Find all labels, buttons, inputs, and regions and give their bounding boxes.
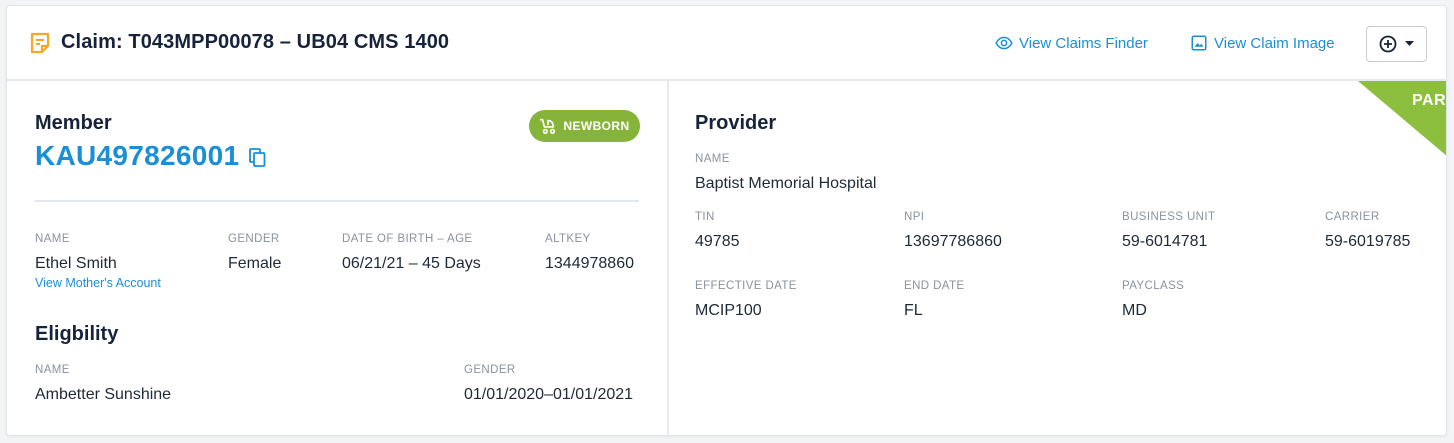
par-ribbon-label: PAR [1412,92,1447,109]
member-section-title: Member [35,112,112,134]
member-dob-label: DATE OF BIRTH – AGE [342,233,473,245]
eligibility-section-title: Eligbility [35,323,119,345]
member-gender-label: GENDER [228,233,280,245]
note-icon [30,32,50,54]
eligibility-name-label: NAME [35,364,70,376]
eligibility-gender-label: GENDER [464,364,516,376]
provider-tin-label: TIN [695,211,715,223]
view-claims-finder-link[interactable]: View Claims Finder [995,34,1148,52]
eligibility-gender-value: 01/01/2020–01/01/2021 [464,386,634,403]
image-icon [1191,35,1207,51]
page-title: Claim: T043MPP00078 – UB04 CMS 1400 [61,31,450,53]
view-claims-finder-label: View Claims Finder [1019,34,1148,52]
provider-payclass-value: MD [1122,302,1147,319]
member-name-value: Ethel Smith [35,255,117,272]
eligibility-name-value: Ambetter Sunshine [35,386,172,403]
provider-name-label: NAME [695,153,730,165]
member-dob-value: 06/21/21 – 45 Days [342,255,481,272]
provider-carrier-value: 59-6019785 [1325,233,1411,250]
view-claim-image-label: View Claim Image [1214,34,1335,52]
provider-effective-date-label: EFFECTIVE DATE [695,280,797,292]
provider-end-date-value: FL [904,302,923,319]
member-name-label: NAME [35,233,70,245]
member-altkey-label: ALTKEY [545,233,591,245]
claim-card: Claim: T043MPP00078 – UB04 CMS 1400 View… [6,5,1447,436]
provider-business-unit-value: 59-6014781 [1122,233,1208,250]
provider-name-value: Baptist Memorial Hospital [695,175,877,192]
provider-effective-date-value: MCIP100 [695,302,762,319]
member-divider [35,200,639,202]
claim-header: Claim: T043MPP00078 – UB04 CMS 1400 View… [7,6,1446,81]
provider-carrier-label: CARRIER [1325,211,1380,223]
add-action-dropdown-button[interactable] [1366,26,1427,62]
stroller-icon [540,118,556,135]
panel-divider [667,81,669,435]
provider-business-unit-label: BUSINESS UNIT [1122,211,1216,223]
provider-section-title: Provider [695,112,777,134]
provider-end-date-label: END DATE [904,280,965,292]
newborn-badge: NEWBORN [529,110,640,142]
provider-payclass-label: PAYCLASS [1122,280,1185,292]
view-mothers-account-link[interactable]: View Mother's Account [35,276,161,290]
caret-down-icon [1405,41,1414,46]
eye-icon [995,36,1013,50]
member-gender-value: Female [228,255,282,272]
provider-npi-label: NPI [904,211,925,223]
copy-icon[interactable] [249,148,266,167]
provider-npi-value: 13697786860 [904,233,1002,250]
newborn-badge-label: NEWBORN [563,119,630,133]
member-altkey-value: 1344978860 [545,255,634,272]
view-claim-image-link[interactable]: View Claim Image [1190,34,1335,52]
provider-tin-value: 49785 [695,233,740,250]
plus-circle-icon [1379,35,1397,53]
member-id: KAU497826001 [35,140,240,171]
